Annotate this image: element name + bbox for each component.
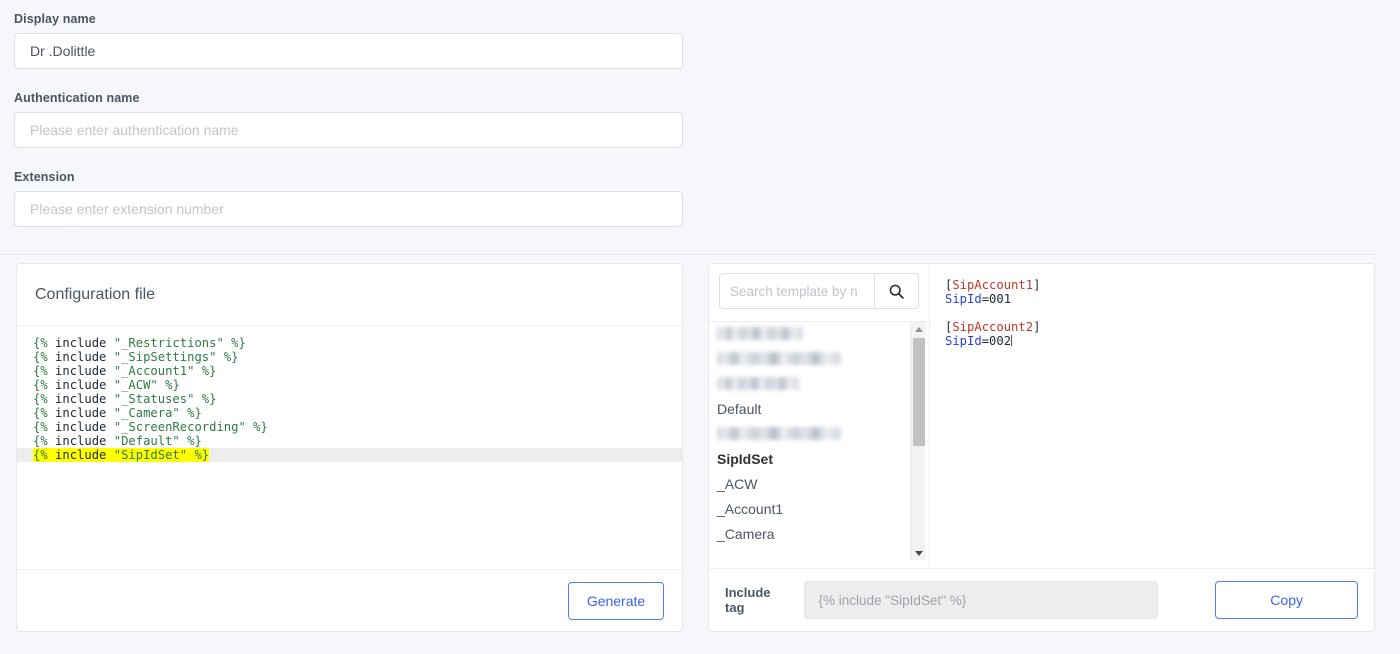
code-line-text: {% include "_ACW" %} xyxy=(33,378,180,392)
code-line[interactable]: {% include "_Restrictions" %} xyxy=(17,336,682,350)
preview-line xyxy=(945,306,1374,320)
template-list-item[interactable]: _Camera xyxy=(709,522,912,547)
configuration-file-footer: Generate xyxy=(17,569,682,632)
search-button[interactable] xyxy=(874,273,919,309)
code-line[interactable]: {% include "_ScreenRecording" %} xyxy=(17,420,682,434)
template-list-item[interactable]: _ACW xyxy=(709,472,912,497)
code-line-text: {% include "_Restrictions" %} xyxy=(33,336,246,350)
scroll-up-arrow-icon[interactable] xyxy=(911,322,926,336)
include-tag-footer: Include tag {% include "SipIdSet" %} Cop… xyxy=(709,568,1374,631)
field-extension: Extension Please enter extension number xyxy=(14,170,683,227)
include-tag-value[interactable]: {% include "SipIdSet" %} xyxy=(803,581,1159,619)
template-item-label: Default xyxy=(717,401,762,417)
field-label-authentication-name: Authentication name xyxy=(14,91,140,105)
template-list-pane: Search template by n Default SipIdSet _ACW… xyxy=(709,264,930,569)
configuration-file-card: Configuration file {% include "_Restrict… xyxy=(16,263,683,632)
search-icon xyxy=(889,284,904,299)
cards-row: Configuration file {% include "_Restrict… xyxy=(0,263,1400,635)
code-line-text: {% include "Default" %} xyxy=(33,434,202,448)
section-divider xyxy=(0,254,1376,255)
template-item-label: SipIdSet xyxy=(717,451,774,467)
page-root: Display name Dr .Dolittle Authentication… xyxy=(0,0,1400,654)
display-name-input[interactable]: Dr .Dolittle xyxy=(14,33,683,69)
template-list-item-redacted[interactable] xyxy=(709,372,912,397)
template-list-item[interactable]: _Account1 xyxy=(709,497,912,522)
code-line[interactable]: {% include "_Statuses" %} xyxy=(17,392,682,406)
field-display-name: Display name Dr .Dolittle xyxy=(14,12,683,69)
code-line[interactable]: {% include "Default" %} xyxy=(17,434,682,448)
template-list-scroll-area[interactable]: Default SipIdSet _ACW _Account1 _Camera xyxy=(709,321,930,569)
preview-line: SipId=001 xyxy=(945,292,1012,306)
template-content-preview[interactable]: [SipAccount1] SipId=001 [SipAccount2] SipI… xyxy=(931,264,1374,569)
field-label-extension: Extension xyxy=(14,170,75,184)
code-line-text: {% include "_ScreenRecording" %} xyxy=(33,420,268,434)
preview-line: SipId=002 xyxy=(945,334,1013,348)
code-line[interactable]: {% include "_ACW" %} xyxy=(17,378,682,392)
code-line-text: {% include "_SipSettings" %} xyxy=(33,350,239,364)
code-line[interactable]: {% include "_SipSettings" %} xyxy=(17,350,682,364)
redacted-label xyxy=(717,352,841,365)
copy-button[interactable]: Copy xyxy=(1215,581,1358,619)
field-authentication-name: Authentication name Please enter authent… xyxy=(14,91,683,148)
configuration-code-editor[interactable]: {% include "_Restrictions" %} {% include … xyxy=(17,326,682,569)
code-line[interactable]: {% include "_Account1" %} xyxy=(17,364,682,378)
scroll-down-arrow-icon[interactable] xyxy=(911,546,926,560)
template-list-item[interactable]: SipIdSet xyxy=(709,447,912,472)
template-list-item-redacted[interactable] xyxy=(709,347,912,372)
redacted-label xyxy=(717,377,799,390)
extension-input[interactable]: Please enter extension number xyxy=(14,191,683,227)
field-label-display-name: Display name xyxy=(14,12,96,26)
template-browser-body: Search template by n Default SipIdSet _ACW… xyxy=(709,264,1374,569)
template-list-item-redacted[interactable] xyxy=(709,322,912,347)
template-item-label: _Account1 xyxy=(717,501,784,517)
text-caret xyxy=(1011,335,1013,346)
code-line[interactable]: {% include "_Camera" %} xyxy=(17,406,682,420)
code-line-text: {% include "SipIdSet" %} xyxy=(33,448,210,462)
preview-line: [SipAccount1] xyxy=(945,278,1041,292)
template-item-label: _Camera xyxy=(717,526,775,542)
template-browser-card: Search template by n Default SipIdSet _ACW… xyxy=(708,263,1375,632)
code-line-text: {% include "_Camera" %} xyxy=(33,406,202,420)
preview-line: [SipAccount2] xyxy=(945,320,1041,334)
code-line-text: {% include "_Statuses" %} xyxy=(33,392,217,406)
template-list-scrollbar[interactable] xyxy=(910,322,926,560)
include-tag-label: Include tag xyxy=(725,585,771,615)
code-line-text: {% include "_Account1" %} xyxy=(33,364,217,378)
generate-button[interactable]: Generate xyxy=(568,582,664,620)
code-line[interactable]: {% include "SipIdSet" %} xyxy=(17,448,682,462)
sip-account-form: Display name Dr .Dolittle Authentication… xyxy=(0,0,1400,254)
redacted-label xyxy=(717,427,841,440)
template-list-item-redacted[interactable] xyxy=(709,422,912,447)
template-list-item[interactable]: Default xyxy=(709,397,912,422)
configuration-file-title: Configuration file xyxy=(17,264,682,326)
redacted-label xyxy=(717,327,803,340)
template-search-input[interactable]: Search template by n xyxy=(719,273,874,309)
template-search-row: Search template by n xyxy=(709,264,929,317)
template-item-label: _ACW xyxy=(717,476,758,492)
scrollbar-thumb[interactable] xyxy=(913,338,925,446)
authentication-name-input[interactable]: Please enter authentication name xyxy=(14,112,683,148)
